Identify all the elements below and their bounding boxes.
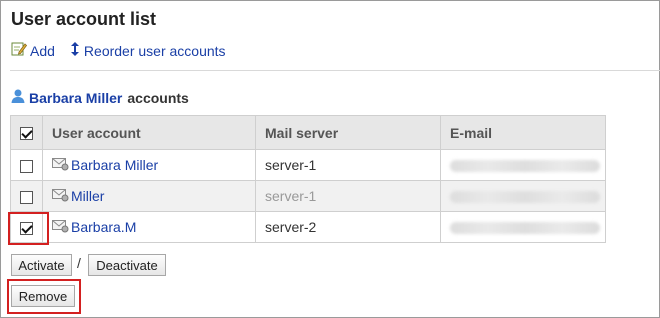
email-cell-redacted — [441, 157, 605, 173]
email-header: E-mail — [440, 115, 606, 150]
add-button[interactable]: Add — [11, 41, 55, 60]
up-down-arrow-icon — [69, 41, 81, 60]
user-account-table: User account Mail server E-mail Barbara … — [10, 115, 606, 243]
mail-account-icon — [52, 157, 70, 174]
user-icon — [10, 88, 26, 107]
row-checkbox[interactable] — [20, 159, 33, 173]
user-account-link[interactable]: Barbara.M — [43, 219, 255, 236]
user-account-link[interactable]: Barbara Miller — [43, 157, 255, 174]
mail-server-cell: server-1 — [265, 157, 317, 173]
add-label: Add — [30, 42, 55, 59]
reorder-user-accounts-link[interactable]: Reorder user accounts — [69, 41, 226, 60]
reorder-label: Reorder user accounts — [83, 42, 226, 59]
activate-button[interactable]: Activate — [11, 254, 72, 276]
deactivate-button[interactable]: Deactivate — [88, 254, 166, 276]
table-row: Barbara Miller server-1 — [10, 149, 606, 181]
email-cell-redacted — [441, 188, 605, 204]
mail-server-cell: server-2 — [265, 219, 317, 235]
mail-server-cell: server-1 — [265, 188, 317, 204]
table-row: Miller server-1 — [10, 180, 606, 212]
edit-pencil-icon — [11, 41, 28, 60]
mail-account-icon — [52, 188, 70, 205]
owner-heading: Barbara Miller accounts — [10, 88, 189, 107]
page-title: User account list — [11, 9, 157, 29]
action-bar: Add Reorder user accounts — [11, 41, 226, 60]
button-separator: / — [77, 255, 81, 271]
user-account-link[interactable]: Miller — [43, 188, 255, 205]
owner-suffix: accounts — [127, 89, 189, 106]
select-all-checkbox[interactable] — [20, 127, 33, 141]
table-header-row: User account Mail server E-mail — [10, 115, 606, 150]
mail-server-header: Mail server — [255, 115, 441, 150]
row-checkbox[interactable] — [20, 221, 33, 235]
user-account-header: User account — [42, 115, 256, 150]
email-cell-redacted — [441, 219, 605, 235]
mail-account-icon — [52, 219, 70, 236]
section-divider — [10, 70, 660, 71]
remove-button[interactable]: Remove — [11, 285, 75, 307]
table-row: Barbara.M server-2 — [10, 211, 606, 243]
owner-name-link[interactable]: Barbara Miller — [29, 90, 122, 106]
select-all-header — [10, 115, 43, 150]
row-checkbox[interactable] — [20, 190, 33, 204]
